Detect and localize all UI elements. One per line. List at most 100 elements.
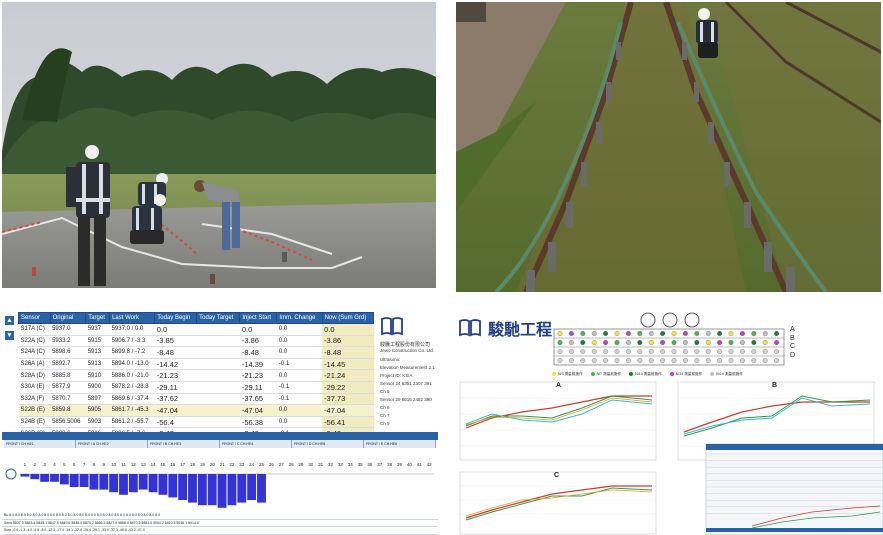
sensor-dot — [603, 349, 609, 354]
column-header[interactable]: Last Work — [109, 312, 156, 324]
settlement-bar — [99, 474, 109, 490]
sensor-dot — [591, 349, 597, 354]
sensor-dot — [705, 340, 711, 345]
track-letter: C — [790, 343, 796, 351]
table-cell: 0.0 — [276, 369, 323, 382]
column-header[interactable]: Target — [85, 312, 111, 324]
legend-dot-icon — [710, 372, 715, 377]
column-header[interactable]: Today Begin — [154, 312, 198, 324]
sensor-dot — [705, 358, 711, 363]
table-cell: S22B (E) — [18, 404, 51, 417]
channel-label[interactable]: FRONT / B CH.HE3 — [148, 440, 220, 448]
sensor-dot — [614, 358, 620, 363]
column-header[interactable]: Now (Sum Grd) — [321, 312, 375, 324]
table-row[interactable]: S17A (C) 5937.0 5937 5937.0 / 0.0 0.0 0.0 0.0 0… — [18, 323, 374, 336]
settlement-bar — [207, 474, 217, 506]
column-header[interactable]: Sensor — [18, 312, 51, 324]
bar-tick-label: 18 — [190, 462, 196, 467]
table-row[interactable]: S28A (D) 5885.8 5910 5886.0 / -21.0 -21.23 -2… — [18, 369, 374, 382]
arrow-down-icon[interactable]: ▼ — [5, 331, 14, 340]
table-cell: S26A (A) — [18, 358, 51, 371]
settlement-bar-chart: 1 2 3 4 5 6 7 8 9 10 11 12 13 14 15 16 17 18 19 20 21 22 23 24 2… — [5, 462, 434, 508]
bar-tick-label: 2 — [34, 462, 37, 467]
table-row[interactable]: S24B (E) 5856.5006 5903 5861.2 / -55.7 -56.4… — [18, 416, 374, 429]
bar-tick-label: 1 — [24, 462, 27, 467]
column-header[interactable]: Inject Start — [239, 312, 278, 324]
channel-label[interactable]: FRONT / C CH.HE4 — [220, 440, 292, 448]
table-row[interactable]: S24A (C) 5898.6 5913 5899.8 / -7.2 -8.48 -8.4… — [18, 346, 374, 359]
table-row[interactable]: S26A (A) 5892.7 5913 5894.0 / -13.0 -14.42 -1… — [18, 358, 374, 371]
sensor-dot — [648, 349, 654, 354]
sensor-dot — [739, 358, 745, 363]
table-cell: -21.23 — [239, 369, 277, 382]
channel-label[interactable]: FRONT / E CH.HE6 — [364, 440, 436, 448]
sensor-dot — [671, 349, 677, 354]
field-survey-illustration — [2, 2, 436, 288]
sensor-dot — [705, 331, 711, 336]
sensor-dot — [762, 340, 768, 345]
chart-a-frame — [459, 381, 657, 461]
table-cell: S28A (D) — [18, 369, 51, 382]
table-cell: -37.62 — [154, 393, 197, 406]
table-row[interactable]: S30A (E) 5877.9 5900 5878.2 / -28.8 -29.11 -2… — [18, 381, 374, 394]
table-row[interactable]: S22B (E) 5859.8 5905 5861.7 / -45.3 -47.04 -4… — [18, 404, 374, 417]
column-header[interactable]: Imm. Change — [276, 312, 323, 324]
table-cell: S30A (E) — [18, 381, 51, 394]
channel-label[interactable]: FRONT / CH.HE1 — [4, 440, 76, 448]
bar-tick-label: 38 — [387, 462, 393, 467]
table-cell: S22A (C) — [18, 335, 51, 348]
table-cell: 5886.0 / -21.0 — [109, 369, 155, 382]
table-cell: 5859.8 — [50, 404, 86, 417]
table-row[interactable]: S22A (C) 5933.2 5915 5906.7 / -3.3 -3.85 -3.8… — [18, 335, 374, 348]
monitoring-software-screenshot: ▲ ▼ Sensor Original Target Last Work Today B… — [2, 308, 438, 535]
bar-tick-label: 25 — [259, 462, 265, 467]
bar-tick-label: 11 — [121, 462, 126, 467]
settlement-bar — [237, 474, 247, 503]
column-header[interactable]: Today Target — [196, 312, 241, 324]
info-line: Ch 7 — [380, 413, 390, 418]
legend-dot-icon — [590, 372, 595, 377]
table-cell: 5933.2 — [50, 335, 86, 348]
legend-label: N/3 測量前施作 — [558, 372, 583, 376]
table-cell: 0.0 — [276, 346, 323, 359]
track-letter: B — [790, 334, 795, 342]
bar-tick-label: 10 — [111, 462, 117, 467]
bottom-data-rows: Bu 8.0 8.0 8.0 8.0 8.0 8.0 8.0 8.0 8.0 8… — [2, 512, 438, 535]
sensor-dot — [774, 349, 780, 354]
bar-tick-label: 17 — [180, 462, 186, 467]
bar-tick-label: 8 — [93, 462, 96, 467]
sensor-dot — [660, 349, 666, 354]
table-row[interactable]: S32A (F) 5870.7 5897 5869.6 / -37.4 -37.62 -3… — [18, 393, 374, 406]
sensor-dot — [637, 340, 643, 345]
sensor-dot — [694, 358, 700, 363]
scroll-knob-icon[interactable] — [5, 468, 17, 480]
table-cell: -29.11 — [154, 381, 197, 394]
arrow-up-icon[interactable]: ▲ — [5, 316, 14, 325]
data-row: Bu 8.0 8.0 8.0 8.0 8.0 8.0 8.0 8.0 8.0 8… — [2, 512, 438, 520]
bar-tick-label: 29 — [298, 462, 304, 467]
sensor-dot — [660, 358, 666, 363]
settlement-bar — [79, 474, 89, 487]
table-cell: 5906.7 / -3.3 — [109, 335, 155, 348]
channel-label[interactable]: FRONT / D CH.HE5 — [292, 440, 364, 448]
table-cell — [196, 416, 240, 429]
data-row: Sum -0.0 -1.3 -4.2 -5.5 -8.0 -12.3 -17.0… — [2, 527, 438, 535]
table-cell — [196, 393, 240, 406]
sensor-dot — [751, 358, 757, 363]
track-letter: D — [790, 351, 796, 359]
info-line: Elevation Measurement 2.1 — [380, 365, 435, 370]
sensor-dot — [648, 340, 654, 345]
channel-label[interactable]: FRONT / A CH.HE2 — [76, 440, 148, 448]
info-line: Sensor 29 6616 2482 390 — [380, 397, 432, 402]
info-line: Ch 6 — [380, 405, 390, 410]
channel-strip: FRONT / CH.HE1 FRONT / A CH.HE2 FRONT / B … — [4, 440, 436, 448]
legend-dot-icon — [669, 372, 674, 377]
bar-tick-label: 26 — [269, 462, 275, 467]
sensor-dot — [717, 340, 723, 345]
table-cell: -56.41 — [322, 416, 374, 429]
column-header[interactable]: Original — [49, 312, 87, 324]
legend-dot-icon — [629, 372, 634, 377]
table-cell: -29.22 — [322, 381, 374, 394]
table-cell: S17A (C) — [18, 323, 51, 336]
settlement-bar — [197, 474, 207, 506]
